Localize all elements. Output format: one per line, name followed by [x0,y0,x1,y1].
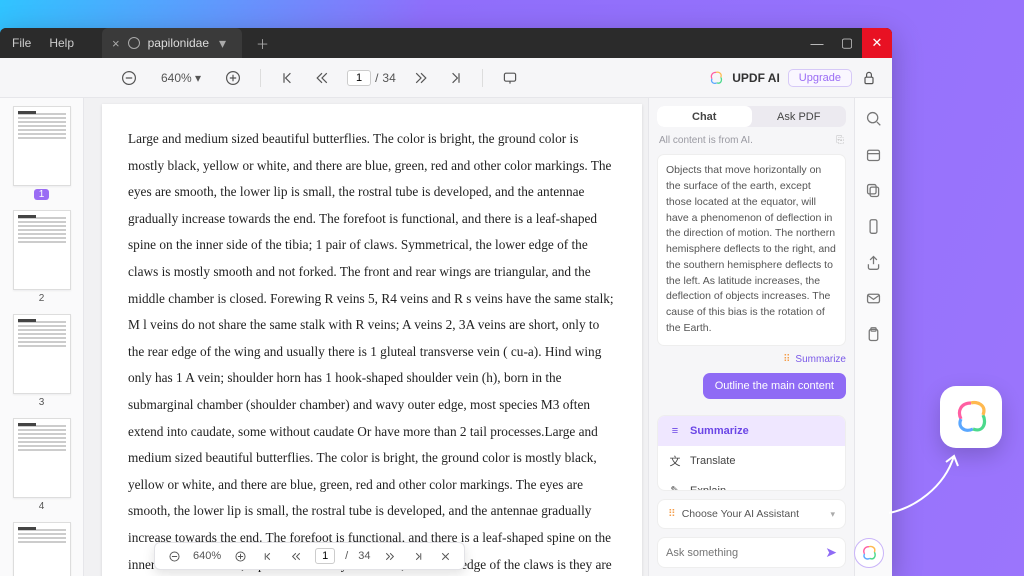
page-total: 34 [382,71,395,85]
mini-zoom-in[interactable] [231,547,249,565]
tab-ask-pdf[interactable]: Ask PDF [752,106,847,127]
outline-button[interactable]: Outline the main content [703,373,846,399]
grid-icon: ⠿ [783,354,791,365]
thumb-num: 2 [39,293,45,304]
menu-help[interactable]: Help [49,36,74,50]
page-indicator: / 34 [347,70,396,86]
search-icon[interactable] [864,108,884,128]
pointer-arrow [884,448,964,518]
last-page-button[interactable] [446,69,464,87]
zoom-out-button[interactable] [120,69,138,87]
tab-chat[interactable]: Chat [657,106,752,127]
page-sep: / [375,71,378,85]
ask-input-box: ➤ [657,537,846,568]
copy-icon[interactable] [864,180,884,200]
summarize-tag: Summarize [795,354,846,365]
document-tab[interactable]: × papilonidae ▾ [102,28,242,58]
translate-icon: 文 [668,454,682,468]
mini-zoom-level[interactable]: 640% [193,550,221,562]
cloud-icon [128,37,140,49]
grid-icon: ⠿ [668,508,676,520]
action-explain[interactable]: ✎ Explain [658,476,845,491]
tab-close-icon[interactable]: × [112,36,120,51]
thumbnail-4[interactable]: 4 [8,418,75,512]
top-toolbar: 640% ▾ / 34 UPDF AI Upgrade [0,58,892,98]
mini-close[interactable] [436,547,454,565]
phone-icon[interactable] [864,216,884,236]
tab-title: papilonidae [148,36,209,50]
ai-response-card: Objects that move horizontally on the su… [657,154,846,345]
thumbnail-2[interactable]: 2 [8,210,75,304]
page-input[interactable] [347,70,371,86]
upgrade-button[interactable]: Upgrade [788,69,852,87]
zoom-in-button[interactable] [224,69,242,87]
choose-assistant[interactable]: ⠿ Choose Your AI Assistant ▾ [657,499,846,529]
prev-page-button[interactable] [313,69,331,87]
ai-brand-label: UPDF AI [732,71,780,85]
main-area: 1 2 3 4 Large and medium sized beautiful… [0,98,892,576]
title-bar: File Help × papilonidae ▾ ＋ — ▢ ✕ [0,28,892,58]
document-page: Large and medium sized beautiful butterf… [102,104,642,576]
document-text: Large and medium sized beautiful butterf… [128,126,616,576]
mini-zoom-out[interactable] [165,547,183,565]
mini-total: 34 [358,550,370,562]
thumbnail-1[interactable]: 1 [8,106,75,200]
window-maximize-button[interactable]: ▢ [832,28,862,58]
calendar-icon[interactable] [864,144,884,164]
thumbnail-5[interactable] [8,522,75,576]
external-updf-logo [940,386,1002,448]
mail-icon[interactable] [864,288,884,308]
share-icon[interactable] [864,252,884,272]
updf-ai-logo-icon [708,70,724,86]
mini-sep: / [345,550,348,562]
summarize-icon: ≡ [668,424,682,438]
ai-disclaimer: All content is from AI. [659,135,753,146]
ai-actions: ≡ Summarize 文 Translate ✎ Explain [657,415,846,491]
window-minimize-button[interactable]: — [802,28,832,58]
send-button[interactable]: ➤ [825,544,837,561]
chevron-down-icon: ▾ [830,509,835,520]
next-page-button[interactable] [412,69,430,87]
menu-file[interactable]: File [12,36,31,50]
presentation-icon[interactable] [501,69,519,87]
action-translate[interactable]: 文 Translate [658,446,845,476]
thumb-num: 3 [39,397,45,408]
first-page-button[interactable] [279,69,297,87]
tab-dropdown-icon[interactable]: ▾ [219,35,226,52]
thumb-num: 1 [34,189,50,200]
thumbnail-panel: 1 2 3 4 [0,98,84,576]
window-close-button[interactable]: ✕ [862,28,892,58]
new-tab-button[interactable]: ＋ [256,34,269,53]
action-label: Summarize [690,425,749,437]
ask-input[interactable] [666,547,819,559]
clipboard-icon[interactable] [864,324,884,344]
ai-fab-button[interactable] [854,538,884,568]
mini-first[interactable] [259,547,277,565]
mini-prev[interactable] [287,547,305,565]
app-window: File Help × papilonidae ▾ ＋ — ▢ ✕ 640% ▾… [0,28,892,576]
mini-last[interactable] [408,547,426,565]
thumb-num: 4 [39,501,45,512]
explain-icon: ✎ [668,484,682,491]
action-label: Translate [690,455,735,467]
assistant-label: Choose Your AI Assistant [682,508,799,520]
copy-icon[interactable]: ⎘ [836,135,844,146]
floating-toolbar: 640% / 34 [154,542,465,570]
mini-next[interactable] [380,547,398,565]
ai-mode-tabs: Chat Ask PDF [657,106,846,127]
zoom-level[interactable]: 640% ▾ [154,68,208,88]
action-label: Explain [690,485,726,491]
document-viewport[interactable]: Large and medium sized beautiful butterf… [84,98,648,576]
lock-icon[interactable] [860,69,878,87]
ai-panel: Chat Ask PDF All content is from AI. ⎘ O… [648,98,854,576]
thumbnail-3[interactable]: 3 [8,314,75,408]
action-summarize[interactable]: ≡ Summarize [658,416,845,446]
mini-page-input[interactable] [315,548,335,564]
